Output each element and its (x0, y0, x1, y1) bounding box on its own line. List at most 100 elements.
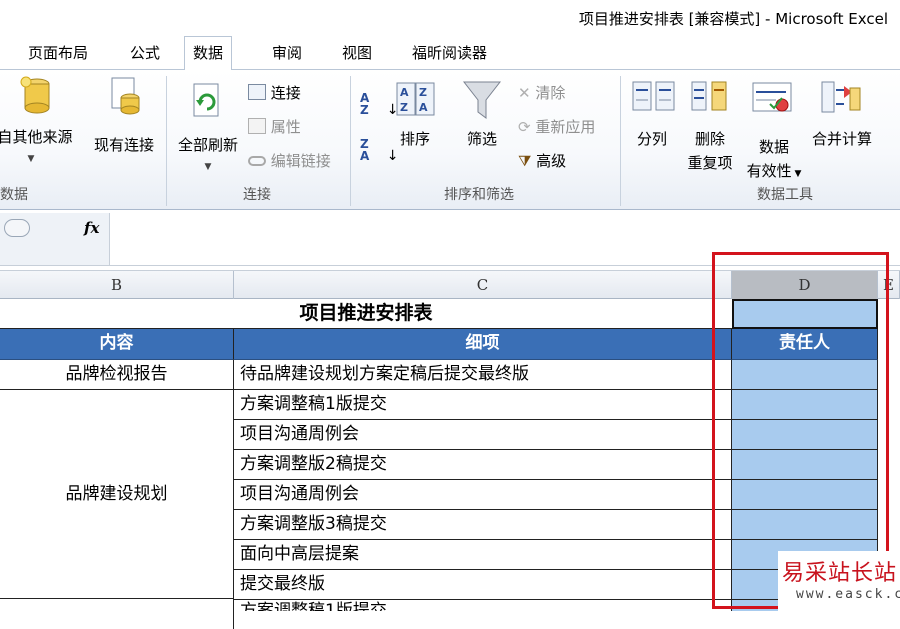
reapply-icon: ⟳ (518, 118, 531, 136)
column-headers: B C D E (0, 270, 900, 299)
tab-review[interactable]: 审阅 (264, 42, 310, 70)
existing-connections-icon (111, 77, 140, 115)
edit-links-button[interactable]: 编辑链接 (248, 150, 331, 171)
group-label-connections: 连接 (243, 187, 271, 203)
advanced-filter-button[interactable]: ⧩ 高级 (518, 150, 566, 171)
group-separator (166, 76, 167, 206)
remove-duplicates-line1: 删除 (694, 130, 725, 148)
header-content[interactable]: 内容 (0, 329, 234, 360)
detail-cell[interactable]: 项目沟通周例会 (234, 420, 732, 450)
watermark: 易采站长站 www.easck.com (778, 551, 900, 611)
active-cell-d1[interactable] (732, 299, 878, 329)
database-icon (20, 76, 50, 114)
watermark-main-text: 易采站长站 (782, 561, 898, 586)
sort-descending-icon: ZA (360, 137, 370, 163)
detail-cell[interactable]: 提交最终版 (234, 570, 732, 600)
watermark-url-text: www.easck.com (796, 587, 900, 602)
svg-text:A: A (419, 101, 428, 114)
owner-cell[interactable] (732, 390, 878, 420)
chevron-down-icon: ▼ (791, 169, 802, 179)
link-icon (248, 156, 266, 166)
connections-label: 连接 (270, 84, 301, 102)
group-label-get-data: 数据 (0, 187, 28, 203)
from-other-sources-label: 自其他来源 (0, 128, 73, 146)
detail-cell[interactable]: 方案调整稿1版提交 (234, 390, 732, 420)
owner-cell[interactable] (732, 510, 878, 540)
properties-label: 属性 (270, 118, 301, 136)
reapply-label: 重新应用 (535, 118, 596, 136)
column-header-b[interactable]: B (0, 271, 234, 299)
detail-cell[interactable]: 方案调整版3稿提交 (234, 510, 732, 540)
column-header-d[interactable]: D (732, 271, 878, 299)
group-separator (350, 76, 351, 206)
formula-bar: fx (0, 210, 900, 266)
owner-cell[interactable] (732, 360, 878, 390)
name-box-dropdown[interactable] (4, 219, 30, 237)
reapply-button[interactable]: ⟳ 重新应用 (518, 116, 595, 137)
properties-button[interactable]: 属性 (248, 116, 301, 137)
sort-dialog-icon: A Z Z A (396, 82, 435, 116)
text-to-columns-icon (632, 81, 675, 111)
tab-view[interactable]: 视图 (334, 42, 380, 70)
clear-filter-button[interactable]: ✕ 清除 (518, 82, 565, 103)
detail-cell[interactable]: 项目沟通周例会 (234, 480, 732, 510)
tab-formulas[interactable]: 公式 (122, 42, 168, 70)
sort-ascending-icon: AZ (360, 91, 370, 117)
existing-connections-label: 现有连接 (93, 136, 154, 154)
filter-label: 筛选 (466, 130, 497, 148)
svg-text:A: A (400, 86, 409, 99)
detail-cell[interactable]: 方案调整版2稿提交 (234, 450, 732, 480)
content-cell[interactable]: 品牌检视报告 (0, 360, 234, 390)
clear-label: 清除 (535, 84, 566, 102)
insert-function-icon[interactable]: fx (84, 219, 99, 237)
properties-icon (248, 118, 266, 134)
header-detail[interactable]: 细项 (234, 329, 732, 360)
tab-page-layout[interactable]: 页面布局 (20, 42, 96, 70)
refresh-all-label: 全部刷新 (177, 136, 238, 154)
window-title: 项目推进安排表 [兼容模式] - Microsoft Excel (578, 10, 888, 28)
group-label-data-tools: 数据工具 (757, 187, 813, 203)
title-bar: 项目推进安排表 [兼容模式] - Microsoft Excel (0, 0, 900, 36)
consolidate-icon (821, 81, 861, 113)
column-header-e[interactable]: E (878, 271, 900, 299)
advanced-label: 高级 (536, 152, 567, 170)
owner-cell[interactable] (732, 450, 878, 480)
owner-cell[interactable] (732, 480, 878, 510)
svg-text:Z: Z (400, 101, 408, 114)
name-box[interactable]: fx (0, 213, 110, 265)
remove-duplicates-line2: 重复项 (687, 154, 733, 172)
text-to-columns-label: 分列 (636, 130, 667, 148)
detail-cell[interactable]: 待品牌建设规划方案定稿后提交最终版 (234, 360, 732, 390)
sheet-title[interactable]: 项目推进安排表 (0, 299, 732, 329)
column-header-c[interactable]: C (234, 271, 732, 299)
connections-icon (248, 84, 266, 100)
tab-data[interactable]: 数据 (184, 36, 233, 71)
detail-cell[interactable]: 面向中高层提案 (234, 540, 732, 570)
edit-links-label: 编辑链接 (270, 152, 331, 170)
owner-cell[interactable] (732, 420, 878, 450)
advanced-filter-icon: ⧩ (518, 152, 532, 170)
data-validation-line2-text: 有效性 (746, 162, 792, 180)
data-validation-icon (752, 82, 792, 112)
content-cell[interactable] (0, 599, 234, 629)
sort-z-to-a-button[interactable]: ZA ↓ (360, 138, 399, 164)
sort-a-to-z-button[interactable]: AZ ↓ (360, 92, 399, 118)
refresh-icon (193, 83, 219, 117)
consolidate-label: 合并计算 (811, 130, 872, 148)
detail-cell[interactable]: 方案调整稿1版提交 (234, 600, 732, 611)
group-separator (620, 76, 621, 206)
group-label-sort-filter: 排序和筛选 (444, 187, 514, 203)
tab-foxit-reader[interactable]: 福昕阅读器 (404, 42, 495, 70)
header-owner[interactable]: 责任人 (732, 329, 878, 360)
ribbon-tabs: 页面布局 公式 数据 审阅 视图 福昕阅读器 (0, 36, 900, 71)
chevron-down-icon: ▼ (204, 162, 212, 172)
svg-text:Z: Z (419, 86, 427, 99)
connections-button[interactable]: 连接 (248, 82, 301, 103)
chevron-down-icon: ▼ (27, 154, 35, 164)
data-validation-line2: 有效性 ▼ (742, 160, 806, 181)
content-cell-merged[interactable]: 品牌建设规划 (0, 390, 234, 599)
sort-label: 排序 (399, 130, 430, 148)
filter-funnel-icon (462, 81, 502, 119)
formula-input[interactable] (111, 213, 900, 265)
remove-duplicates-icon (691, 81, 727, 111)
